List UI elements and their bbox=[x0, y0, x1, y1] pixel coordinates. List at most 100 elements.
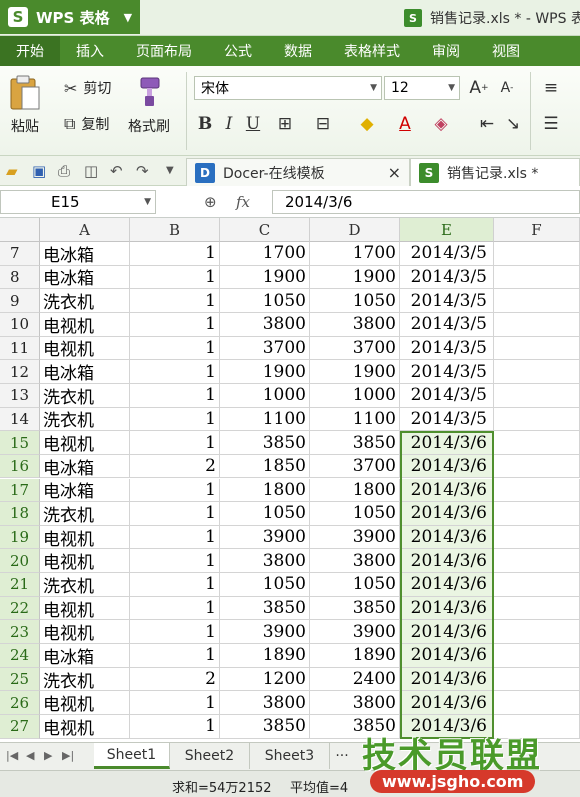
cell-d[interactable]: 2400 bbox=[310, 667, 400, 692]
cell-d[interactable]: 3700 bbox=[310, 454, 400, 479]
open-folder-icon[interactable]: ▰ bbox=[6, 162, 18, 180]
column-header-a[interactable]: A bbox=[40, 218, 130, 242]
fill-color-icon[interactable]: ◆ bbox=[356, 112, 378, 136]
clear-format-icon[interactable]: ◈ bbox=[430, 112, 452, 136]
print-preview-icon[interactable]: ◫ bbox=[84, 162, 98, 180]
tab-page-layout[interactable]: 页面布局 bbox=[120, 36, 208, 66]
cell-b[interactable]: 1 bbox=[130, 407, 220, 432]
cell-a[interactable]: 电视机 bbox=[40, 715, 130, 739]
cell-d[interactable]: 1700 bbox=[310, 242, 400, 266]
cell-a[interactable]: 电冰箱 bbox=[40, 454, 130, 479]
tab-insert[interactable]: 插入 bbox=[60, 36, 120, 66]
copy-button[interactable]: ⧉ 复制 bbox=[64, 114, 109, 134]
cell-b[interactable]: 1 bbox=[130, 573, 220, 597]
cell-f[interactable] bbox=[494, 667, 580, 692]
cell-e[interactable]: 2014/3/5 bbox=[400, 312, 494, 337]
first-sheet-icon[interactable]: |◀ bbox=[6, 749, 18, 762]
cell-d[interactable]: 3800 bbox=[310, 549, 400, 574]
cell-f[interactable] bbox=[494, 289, 580, 313]
grow-font-icon[interactable]: A + bbox=[468, 76, 490, 100]
cell-f[interactable] bbox=[494, 620, 580, 645]
font-color-icon[interactable]: A bbox=[394, 112, 416, 136]
cell-f[interactable] bbox=[494, 431, 580, 455]
cell-f[interactable] bbox=[494, 336, 580, 361]
format-painter-button[interactable]: 格式刷 bbox=[128, 76, 170, 136]
cell-b[interactable]: 1 bbox=[130, 360, 220, 384]
cell-c[interactable]: 1890 bbox=[220, 644, 310, 668]
cut-button[interactable]: ✂ 剪切 bbox=[64, 78, 111, 98]
tab-home[interactable]: 开始 bbox=[0, 36, 60, 66]
bold-icon[interactable]: B bbox=[194, 112, 216, 136]
cell-e[interactable]: 2014/3/5 bbox=[400, 383, 494, 408]
row-header[interactable]: 9 bbox=[0, 289, 40, 313]
cell-e[interactable]: 2014/3/5 bbox=[400, 242, 494, 266]
cell-e[interactable]: 2014/3/6 bbox=[400, 502, 494, 526]
cell-d[interactable]: 1890 bbox=[310, 644, 400, 668]
cell-b[interactable]: 2 bbox=[130, 667, 220, 692]
cell-b[interactable]: 1 bbox=[130, 312, 220, 337]
italic-icon[interactable]: I bbox=[218, 112, 240, 136]
next-sheet-icon[interactable]: ▶ bbox=[44, 749, 52, 762]
dialog-launcher-icon[interactable]: ↘ bbox=[502, 112, 524, 136]
cell-e[interactable]: 2014/3/5 bbox=[400, 407, 494, 432]
cell-a[interactable]: 电视机 bbox=[40, 596, 130, 621]
cell-a[interactable]: 电视机 bbox=[40, 691, 130, 715]
cell-c[interactable]: 1200 bbox=[220, 667, 310, 692]
borders-icon[interactable]: ⊞ bbox=[274, 112, 296, 136]
cell-f[interactable] bbox=[494, 407, 580, 432]
cell-f[interactable] bbox=[494, 573, 580, 597]
cell-c[interactable]: 3850 bbox=[220, 431, 310, 455]
name-box[interactable]: E15 ▼ bbox=[0, 190, 156, 214]
spreadsheet-grid[interactable]: A B C D E F 7 电冰箱 1 1700 1700 2014/3/5 8 电冰箱 1 19… bbox=[0, 218, 580, 742]
row-header[interactable]: 13 bbox=[0, 383, 40, 408]
cell-c[interactable]: 3800 bbox=[220, 691, 310, 715]
shrink-font-icon[interactable]: A- bbox=[496, 76, 518, 100]
cell-c[interactable]: 1050 bbox=[220, 573, 310, 597]
cell-d[interactable]: 3700 bbox=[310, 336, 400, 361]
cell-c[interactable]: 3800 bbox=[220, 312, 310, 337]
zoom-icon[interactable]: ⊕ bbox=[204, 193, 217, 211]
cell-a[interactable]: 电冰箱 bbox=[40, 478, 130, 503]
row-header[interactable]: 22 bbox=[0, 596, 40, 621]
doc-tab-sales-record[interactable]: S 销售记录.xls * bbox=[410, 158, 580, 186]
cell-a[interactable]: 电视机 bbox=[40, 549, 130, 574]
cell-f[interactable] bbox=[494, 525, 580, 550]
column-header-c[interactable]: C bbox=[220, 218, 310, 242]
cell-a[interactable]: 洗衣机 bbox=[40, 667, 130, 692]
cell-c[interactable]: 3900 bbox=[220, 525, 310, 550]
cell-f[interactable] bbox=[494, 242, 580, 266]
cell-c[interactable]: 3900 bbox=[220, 620, 310, 645]
tab-formulas[interactable]: 公式 bbox=[208, 36, 268, 66]
last-sheet-icon[interactable]: ▶| bbox=[62, 749, 74, 762]
cell-e[interactable]: 2014/3/6 bbox=[400, 573, 494, 597]
cell-d[interactable]: 3900 bbox=[310, 525, 400, 550]
cell-e[interactable]: 2014/3/6 bbox=[400, 454, 494, 479]
cell-a[interactable]: 电冰箱 bbox=[40, 242, 130, 266]
cell-a[interactable]: 电冰箱 bbox=[40, 265, 130, 290]
cell-d[interactable]: 1800 bbox=[310, 478, 400, 503]
close-icon[interactable]: × bbox=[388, 163, 401, 182]
cell-c[interactable]: 3850 bbox=[220, 715, 310, 739]
cell-d[interactable]: 1050 bbox=[310, 289, 400, 313]
save-icon[interactable]: ▣ bbox=[32, 162, 46, 180]
align-top-icon[interactable]: ≡ bbox=[540, 76, 562, 100]
font-size-select[interactable]: 12 ▼ bbox=[384, 76, 460, 100]
decrease-indent-icon[interactable]: ⇤ bbox=[476, 112, 498, 136]
cell-c[interactable]: 1900 bbox=[220, 265, 310, 290]
prev-sheet-icon[interactable]: ◀ bbox=[26, 749, 34, 762]
doc-tab-docer[interactable]: D Docer-在线模板 × bbox=[186, 158, 410, 186]
row-header[interactable]: 8 bbox=[0, 265, 40, 290]
cell-b[interactable]: 1 bbox=[130, 478, 220, 503]
underline-icon[interactable]: U bbox=[242, 112, 264, 136]
merge-cells-icon[interactable]: ⊟ bbox=[312, 112, 334, 136]
cell-e[interactable]: 2014/3/6 bbox=[400, 620, 494, 645]
cell-b[interactable]: 1 bbox=[130, 336, 220, 361]
cell-a[interactable]: 电冰箱 bbox=[40, 360, 130, 384]
cell-b[interactable]: 1 bbox=[130, 620, 220, 645]
cell-a[interactable]: 电冰箱 bbox=[40, 644, 130, 668]
cell-e[interactable]: 2014/3/6 bbox=[400, 431, 494, 455]
row-header[interactable]: 26 bbox=[0, 691, 40, 715]
cell-f[interactable] bbox=[494, 312, 580, 337]
app-menu-button[interactable]: S WPS 表格 ▼ bbox=[0, 0, 140, 34]
cell-d[interactable]: 3800 bbox=[310, 691, 400, 715]
